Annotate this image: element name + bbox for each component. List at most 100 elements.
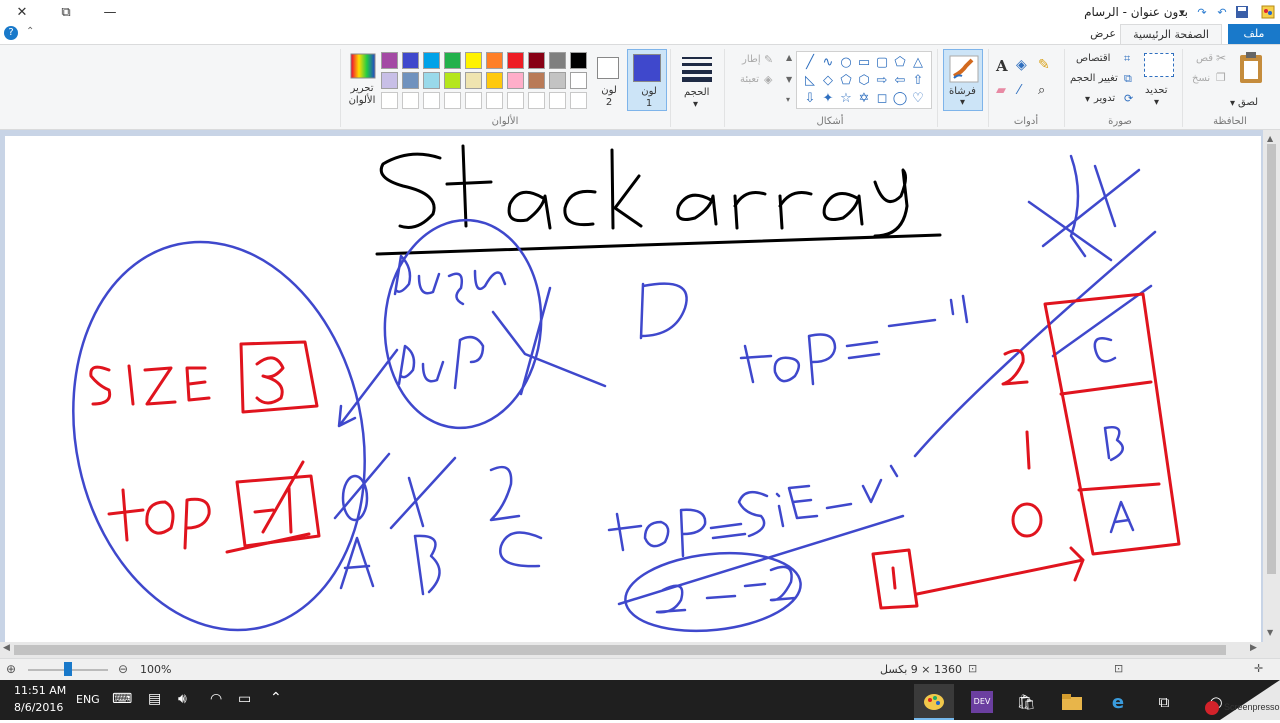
shape-callout-oval-icon[interactable]: ◯	[891, 89, 909, 107]
shapes-scroll-up-icon[interactable]: ▲	[786, 53, 792, 62]
shapes-scroll-down-icon[interactable]: ▼	[786, 75, 792, 84]
outline-button[interactable]: إطار	[742, 54, 761, 65]
edit-colors-button[interactable]: تحرير الألوان	[346, 49, 380, 111]
palette-swatch[interactable]	[381, 72, 398, 89]
rotate-dropdown-icon[interactable]: ▾	[1085, 94, 1090, 105]
customize-toolbar-icon[interactable]: ▾	[1174, 4, 1190, 20]
palette-swatch[interactable]	[423, 72, 440, 89]
horizontal-scrollbar[interactable]: ◀ ▶	[0, 642, 1280, 658]
custom-color-swatch[interactable]	[444, 92, 461, 109]
rotate-button[interactable]: تدوير	[1094, 93, 1115, 104]
battery-icon[interactable]: ▭	[238, 691, 251, 707]
volume-icon[interactable]: 🔊︎	[178, 691, 187, 707]
clock-date[interactable]: 8/6/2016	[14, 701, 63, 714]
custom-color-swatch[interactable]	[570, 92, 587, 109]
scroll-left-icon[interactable]: ◀	[3, 643, 10, 653]
shape-arrow-right-icon[interactable]: ⇨	[873, 71, 891, 89]
shape-curve-icon[interactable]: ∿	[819, 53, 837, 71]
shapes-expand-icon[interactable]: ▾	[786, 95, 790, 104]
shape-rectangle-icon[interactable]: ▭	[855, 53, 873, 71]
zoom-slider-thumb[interactable]	[64, 662, 72, 676]
shape-arrow-down-icon[interactable]: ⇩	[801, 89, 819, 107]
palette-swatch[interactable]	[423, 52, 440, 69]
shape-polygon-icon[interactable]: ⬠	[891, 53, 909, 71]
shape-star6-icon[interactable]: ✡	[855, 89, 873, 107]
shape-heart-icon[interactable]: ♡	[909, 89, 927, 107]
shape-star5-icon[interactable]: ☆	[837, 89, 855, 107]
palette-swatch[interactable]	[549, 52, 566, 69]
palette-swatch[interactable]	[528, 72, 545, 89]
shape-rounded-rectangle-icon[interactable]: ▢	[873, 53, 891, 71]
select-icon[interactable]	[1144, 53, 1174, 77]
copy-button[interactable]: نسخ	[1192, 73, 1210, 84]
fill-button[interactable]: تعبئة	[740, 74, 759, 85]
palette-swatch[interactable]	[570, 72, 587, 89]
vertical-scroll-thumb[interactable]	[1267, 144, 1276, 574]
edge-taskbar-icon[interactable]: e	[1098, 684, 1138, 720]
vertical-scrollbar[interactable]: ▲ ▼	[1263, 130, 1280, 642]
select-dropdown-icon[interactable]: ▾	[1154, 97, 1159, 108]
shape-arrow-left-icon[interactable]: ⇦	[891, 71, 909, 89]
scroll-up-icon[interactable]: ▲	[1267, 134, 1273, 143]
undo-icon[interactable]: ↶	[1214, 4, 1230, 20]
shape-right-triangle-icon[interactable]: ◺	[801, 71, 819, 89]
palette-swatch[interactable]	[528, 52, 545, 69]
shape-pentagon-icon[interactable]: ⬠	[837, 71, 855, 89]
magnifier-icon[interactable]: ⌕	[1038, 83, 1045, 98]
size-button[interactable]: الحجم ▾	[676, 49, 718, 111]
keyboard-icon[interactable]: ⌨	[112, 691, 132, 707]
show-hidden-icons-icon[interactable]: ⌃	[270, 690, 282, 706]
shape-triangle-icon[interactable]: △	[909, 53, 927, 71]
shape-hexagon-icon[interactable]: ⬡	[855, 71, 873, 89]
palette-swatch[interactable]	[486, 52, 503, 69]
palette-swatch[interactable]	[402, 52, 419, 69]
palette-swatch[interactable]	[444, 72, 461, 89]
resize-button[interactable]: تغيير الحجم	[1070, 73, 1118, 84]
select-label[interactable]: تحديد	[1145, 85, 1168, 96]
fill-tool-icon[interactable]: ◈	[1016, 57, 1027, 73]
palette-swatch[interactable]	[486, 72, 503, 89]
paste-dropdown-icon[interactable]: ▾	[1230, 98, 1235, 109]
palette-swatch[interactable]	[507, 52, 524, 69]
drawing-canvas[interactable]	[5, 136, 1261, 642]
collapse-ribbon-icon[interactable]: ⌃	[26, 26, 34, 37]
help-icon[interactable]: ?	[4, 26, 18, 40]
paste-icon[interactable]	[1236, 51, 1270, 85]
close-button[interactable]: ✕	[0, 0, 44, 24]
crop-button[interactable]: اقتصاص	[1076, 53, 1110, 64]
brushes-button[interactable]: فرشاة ▾	[943, 49, 983, 111]
color2-button[interactable]: لون 2	[592, 49, 624, 111]
color-picker-icon[interactable]: ⁄	[1018, 83, 1020, 98]
restore-button[interactable]: ⧉	[44, 0, 88, 24]
palette-swatch[interactable]	[444, 52, 461, 69]
scroll-right-icon[interactable]: ▶	[1250, 643, 1257, 653]
palette-swatch[interactable]	[507, 72, 524, 89]
palette-swatch[interactable]	[465, 52, 482, 69]
save-icon[interactable]	[1234, 4, 1250, 20]
pencil-tool-icon[interactable]: ✎	[1038, 57, 1050, 73]
devcpp-taskbar-icon[interactable]: DEV	[962, 684, 1002, 720]
custom-color-swatch[interactable]	[402, 92, 419, 109]
tab-home[interactable]: الصفحة الرئيسية	[1120, 24, 1222, 44]
tab-file[interactable]: ملف	[1228, 24, 1280, 44]
shape-star4-icon[interactable]: ✦	[819, 89, 837, 107]
text-tool-icon[interactable]: A	[996, 57, 1008, 75]
custom-color-swatch[interactable]	[423, 92, 440, 109]
input-language[interactable]: ENG	[76, 693, 100, 706]
cut-button[interactable]: قص	[1196, 53, 1213, 64]
shape-arrow-up-icon[interactable]: ⇧	[909, 71, 927, 89]
redo-icon[interactable]: ↷	[1194, 4, 1210, 20]
store-taskbar-icon[interactable]: 🛍︎	[1006, 684, 1046, 720]
paste-label[interactable]: لصق	[1238, 97, 1258, 108]
file-explorer-taskbar-icon[interactable]	[1052, 684, 1092, 720]
zoom-out-icon[interactable]: ⊖	[118, 662, 128, 676]
palette-swatch[interactable]	[465, 72, 482, 89]
minimize-button[interactable]: —	[88, 0, 132, 24]
notification-icon[interactable]: ▤	[148, 691, 161, 707]
shape-oval-icon[interactable]: ○	[837, 53, 855, 71]
clock-time[interactable]: 11:51 AM	[14, 684, 66, 697]
task-view-icon[interactable]: ⧉	[1144, 684, 1184, 720]
eraser-tool-icon[interactable]: ▰	[996, 83, 1006, 98]
scroll-down-icon[interactable]: ▼	[1267, 628, 1273, 637]
custom-color-swatch[interactable]	[549, 92, 566, 109]
